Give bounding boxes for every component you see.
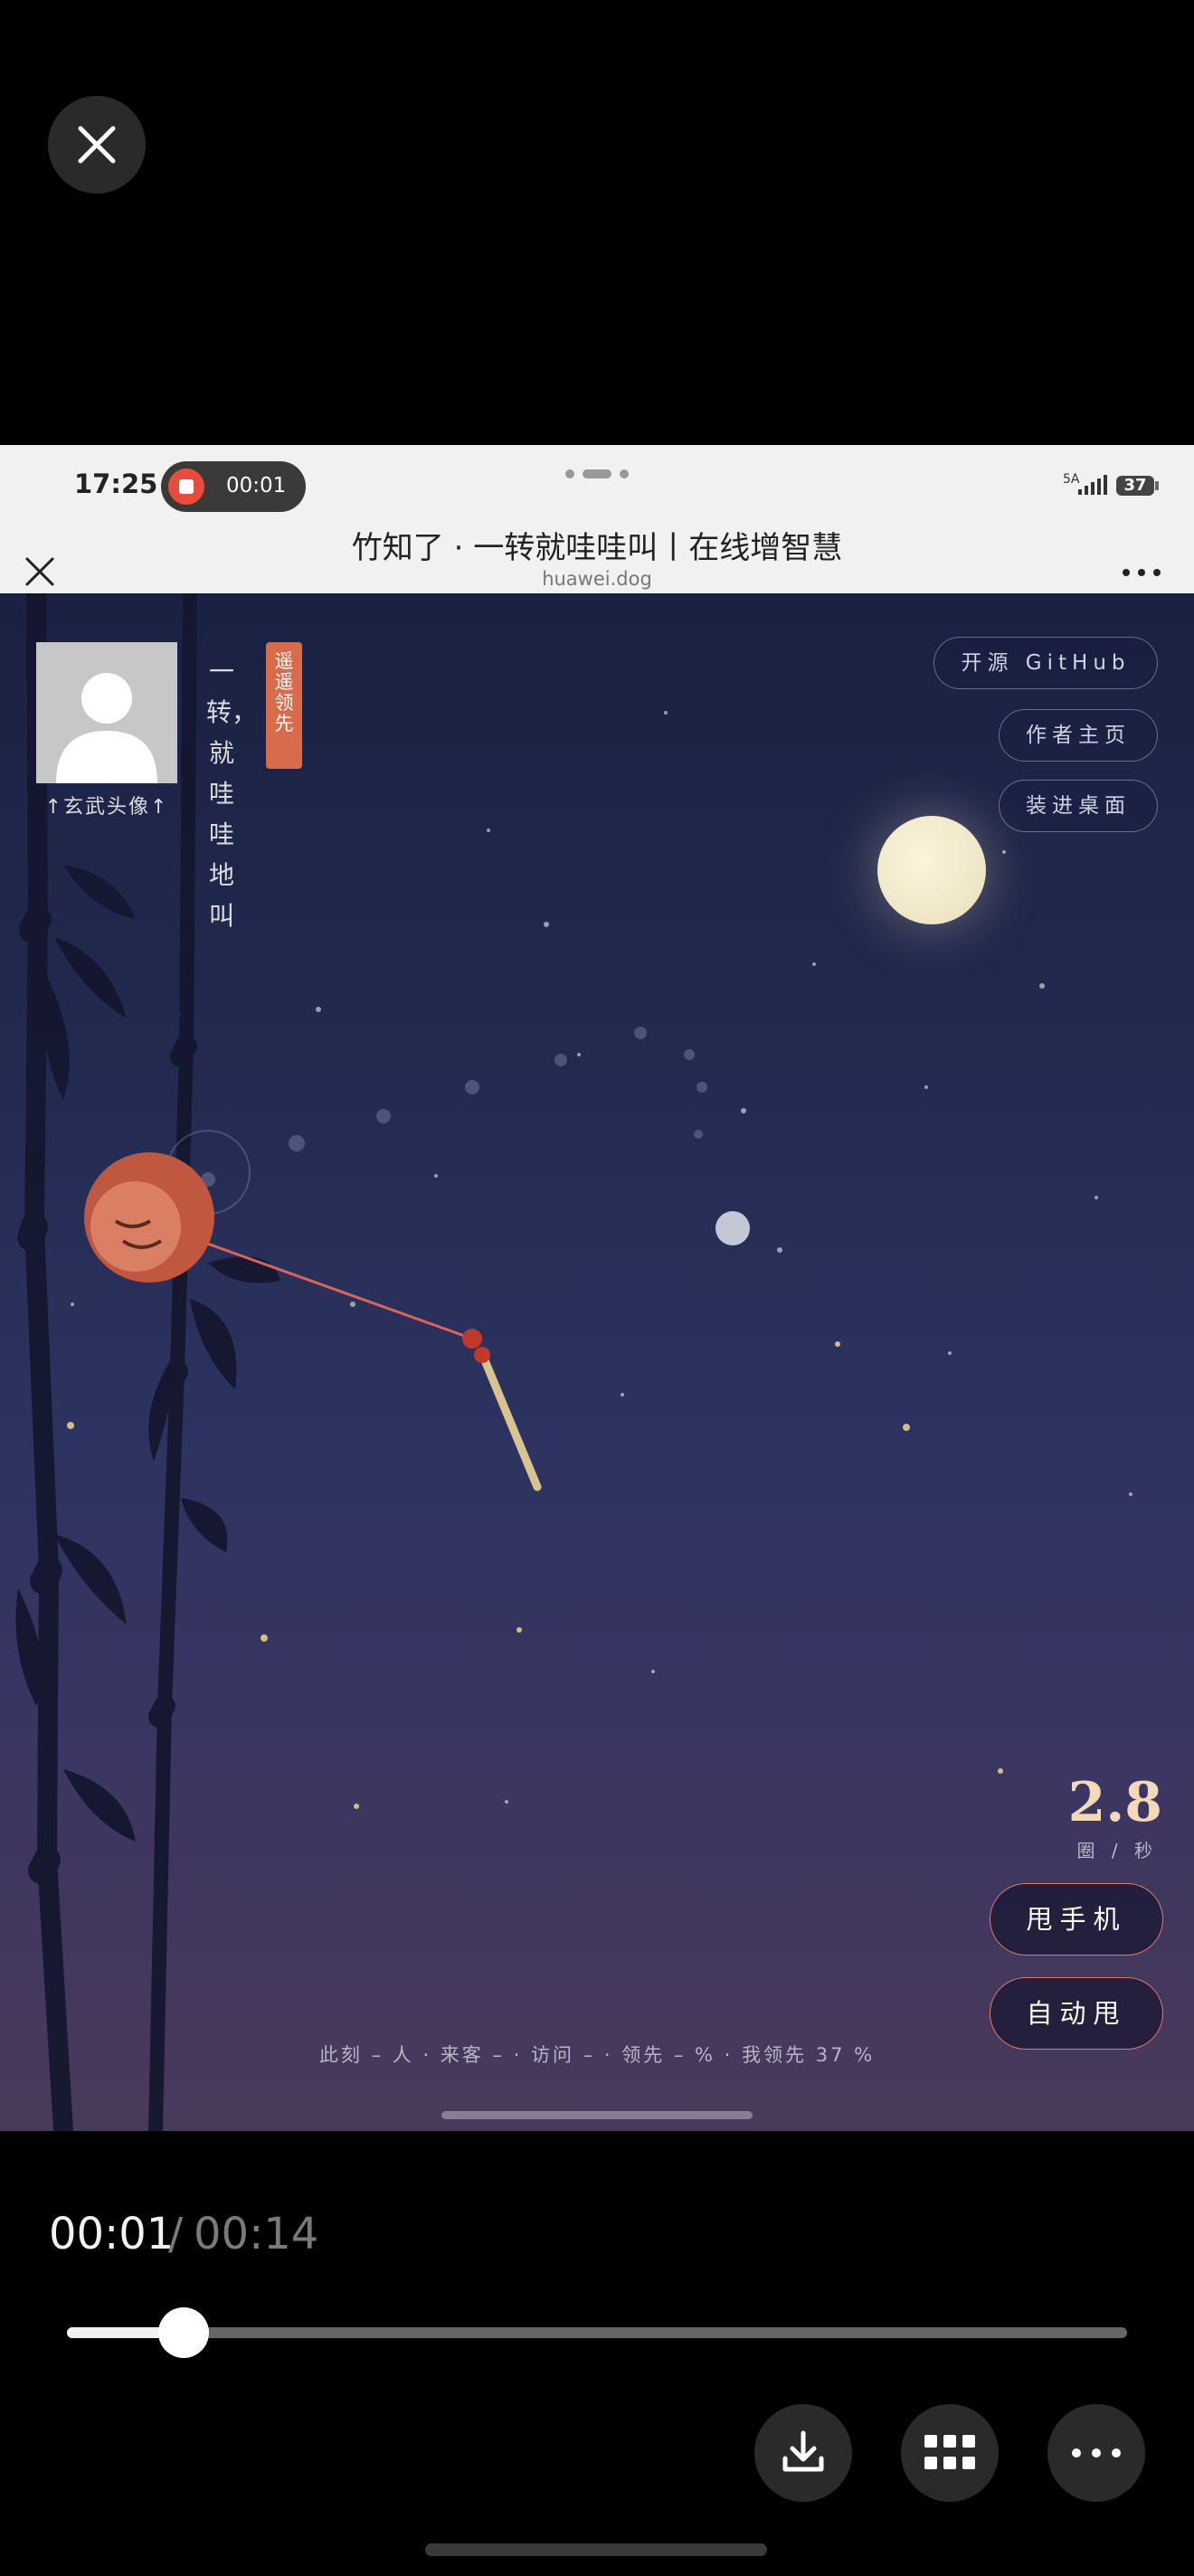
moon <box>877 816 986 924</box>
night-scene[interactable]: ↑玄武头像↑ 一转，就哇哇地叫 遥遥领先 开源 GitHub 作者主页 装进桌面… <box>0 593 1194 2131</box>
grid-button[interactable] <box>901 2404 999 2502</box>
signal-icon <box>1078 475 1107 495</box>
close-icon <box>78 126 116 164</box>
auto-swing-button[interactable]: 自动甩 <box>990 1977 1163 2050</box>
recorded-screen: 17:25 00:01 5A 37 竹知了 · 一转就哇哇叫丨在线增智慧 hua… <box>0 445 1194 2131</box>
progress-thumb[interactable] <box>157 2307 209 2358</box>
person-icon <box>56 673 157 783</box>
more-icon <box>1072 2448 1121 2458</box>
status-bar: 17:25 00:01 5A 37 <box>0 445 1194 528</box>
time-separator: / <box>168 2209 184 2259</box>
github-button[interactable]: 开源 GitHub <box>933 637 1158 689</box>
author-home-button[interactable]: 作者主页 <box>999 709 1158 762</box>
record-stop-icon <box>168 469 204 505</box>
download-button[interactable] <box>754 2404 852 2502</box>
home-indicator[interactable] <box>425 2543 767 2556</box>
download-icon <box>782 2430 824 2472</box>
avatar[interactable] <box>36 642 177 783</box>
more-button[interactable] <box>1047 2404 1145 2502</box>
total-time: 00:14 <box>194 2209 319 2259</box>
grid-icon <box>924 2435 975 2469</box>
battery-tip <box>1155 481 1159 490</box>
recording-indicator[interactable]: 00:01 <box>161 461 306 512</box>
avatar-label: ↑玄武头像↑ <box>44 796 169 819</box>
recording-time: 00:01 <box>226 474 287 497</box>
orb <box>715 1211 750 1245</box>
vertical-slogan: 一转，就哇哇地叫 <box>206 657 258 931</box>
lead-tag: 遥遥领先 <box>266 642 302 769</box>
viewer-close-button[interactable] <box>48 96 146 194</box>
battery-icon: 37 <box>1116 476 1154 496</box>
page-url: huawei.dog <box>542 568 652 590</box>
more-menu-icon[interactable] <box>1122 568 1161 577</box>
shake-phone-button[interactable]: 甩手机 <box>990 1883 1163 1956</box>
stats-line: 此刻 – 人 · 来客 – · 访问 – · 领先 – % · 我领先 37 % <box>318 2044 876 2066</box>
add-to-desktop-button[interactable]: 装进桌面 <box>999 780 1158 832</box>
page-title: 竹知了 · 一转就哇哇叫丨在线增智慧 <box>351 530 843 566</box>
current-time: 00:01 <box>49 2209 175 2259</box>
speed-value: 2.8 <box>1067 1771 1162 1834</box>
status-time: 17:25 <box>74 469 158 499</box>
progress-bar[interactable] <box>67 2307 1127 2358</box>
speed-unit: 圈 / 秒 <box>1076 1840 1158 1861</box>
phone-home-indicator[interactable] <box>441 2111 753 2119</box>
multitask-handle-icon[interactable] <box>564 469 630 479</box>
